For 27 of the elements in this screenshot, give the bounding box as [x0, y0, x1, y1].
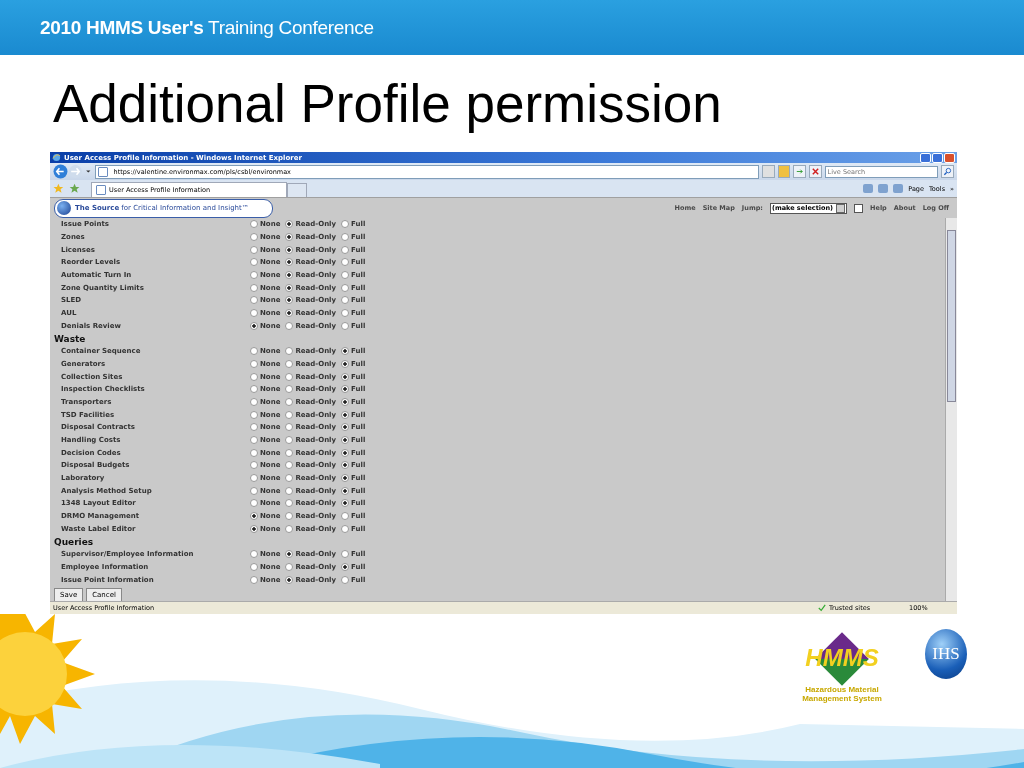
dropdown-button[interactable]: [762, 165, 775, 178]
checkbox[interactable]: [854, 203, 864, 213]
stop-icon: [810, 167, 820, 176]
logo-wordmark: HMMS: [805, 646, 879, 670]
maximize-button[interactable]: [932, 152, 943, 163]
search-button[interactable]: [941, 165, 954, 178]
favorites-icon[interactable]: [53, 183, 81, 194]
conference-title: 2010 HMMS User's Training Conference: [40, 16, 374, 39]
logo-subtitle: Management System: [802, 694, 882, 704]
slide-title: Additional Profile permission: [53, 73, 722, 134]
back-forward-icon[interactable]: [53, 164, 92, 179]
logo-subtitle: Hazardous Material: [805, 686, 879, 695]
scrollbar[interactable]: [945, 218, 957, 601]
refresh-button[interactable]: [793, 165, 806, 178]
browser-logo-icon: [52, 153, 61, 162]
logo-wordmark: IHS: [932, 644, 960, 664]
new-tab-button[interactable]: [287, 183, 307, 197]
search-icon: [943, 167, 953, 176]
section-heading: Waste: [54, 332, 87, 345]
check-icon: [818, 604, 826, 612]
minimize-button[interactable]: [920, 152, 931, 163]
section-heading: Queries: [54, 535, 95, 548]
globe-icon: [57, 201, 71, 215]
arrow-icon: [795, 167, 805, 176]
page-icon: [97, 166, 108, 177]
close-button[interactable]: [944, 152, 955, 163]
stop-button[interactable]: [808, 165, 822, 178]
